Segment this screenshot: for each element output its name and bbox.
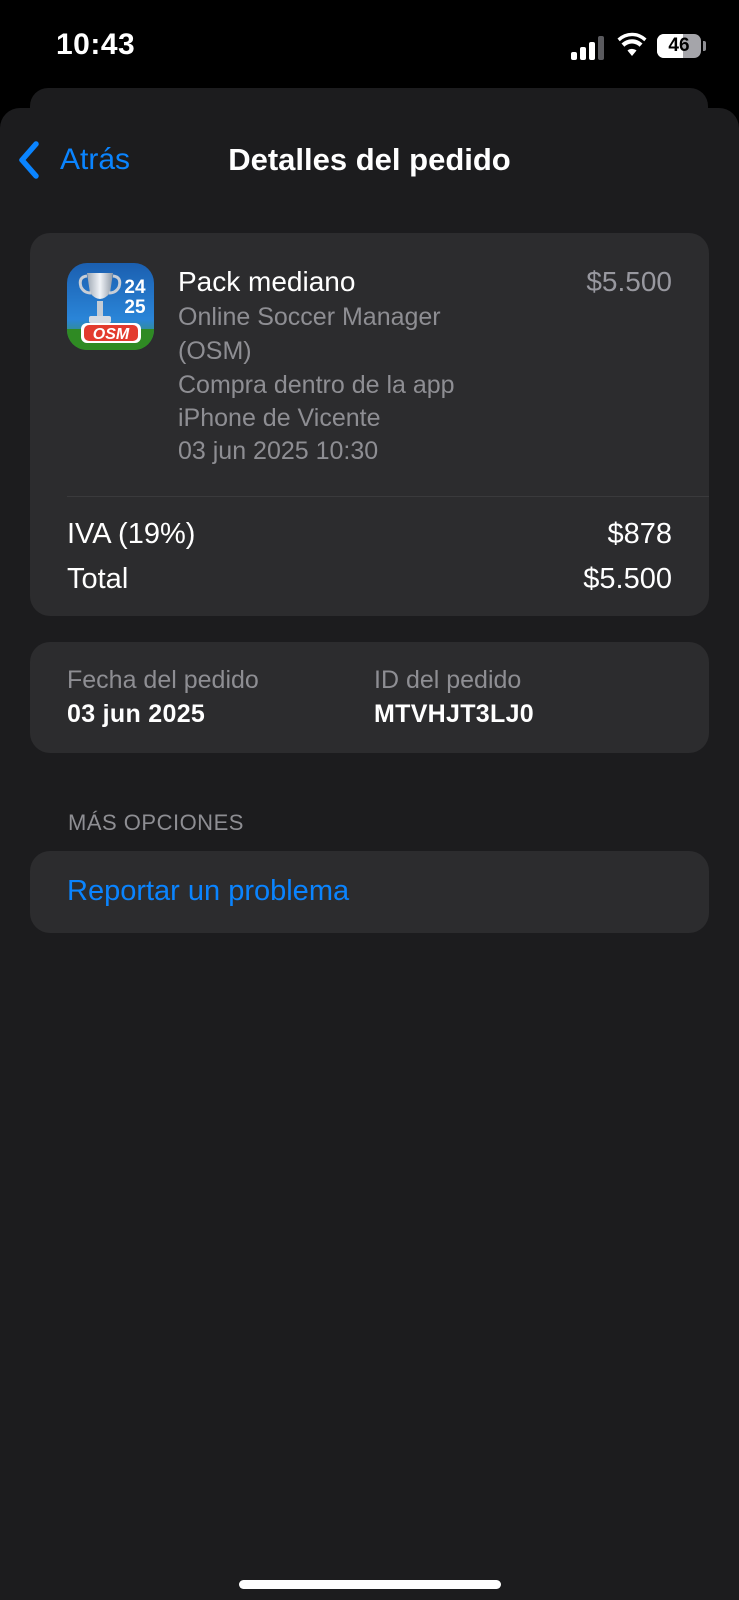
- report-problem-link[interactable]: Reportar un problema: [67, 875, 349, 908]
- total-label: Total: [67, 563, 129, 595]
- product-price: $5.500: [586, 266, 672, 297]
- order-date-value: 03 jun 2025: [67, 700, 206, 728]
- battery-tip: [703, 41, 706, 51]
- order-info-card: Fecha del pedido 03 jun 2025 ID del pedi…: [30, 642, 709, 753]
- wifi-icon: [617, 32, 647, 56]
- divider: [67, 496, 709, 497]
- status-bar: 10:43 46: [0, 0, 739, 100]
- report-problem-row[interactable]: Reportar un problema: [30, 851, 709, 933]
- order-date-label: Fecha del pedido: [67, 666, 259, 694]
- purchase-type: Compra dentro de la app: [178, 371, 455, 399]
- tax-label: IVA (19%): [67, 518, 196, 550]
- product-card: 24 25 OSM Pack mediano $5.500 Online Soc…: [30, 233, 709, 616]
- osm-app-icon: 24 25 OSM: [67, 263, 154, 350]
- battery-level: 46: [668, 35, 690, 56]
- page-title: Detalles del pedido: [228, 142, 511, 177]
- cellular-signal-icon: [571, 36, 605, 60]
- navigation-bar: Atrás Detalles del pedido: [0, 108, 739, 208]
- order-details-sheet: Atrás Detalles del pedido 24 25 OSM Pack…: [0, 108, 739, 1600]
- icon-logo-text: OSM: [93, 326, 130, 343]
- app-name-line2: (OSM): [178, 337, 252, 365]
- order-id-value: MTVHJT3LJ0: [374, 700, 534, 728]
- icon-year-top: 24: [124, 277, 146, 298]
- battery-icon: 46: [657, 34, 701, 58]
- app-name-line1: Online Soccer Manager: [178, 303, 441, 331]
- total-value: $5.500: [583, 563, 672, 595]
- device-name: iPhone de Vicente: [178, 404, 381, 432]
- tax-value: $878: [607, 518, 672, 550]
- order-id-label: ID del pedido: [374, 666, 522, 694]
- status-time: 10:43: [56, 28, 136, 61]
- product-name: Pack mediano: [178, 266, 356, 297]
- home-indicator: [239, 1580, 501, 1589]
- icon-year-bottom: 25: [124, 297, 146, 318]
- more-options-header: MÁS OPCIONES: [68, 810, 244, 835]
- purchase-datetime: 03 jun 2025 10:30: [178, 437, 379, 465]
